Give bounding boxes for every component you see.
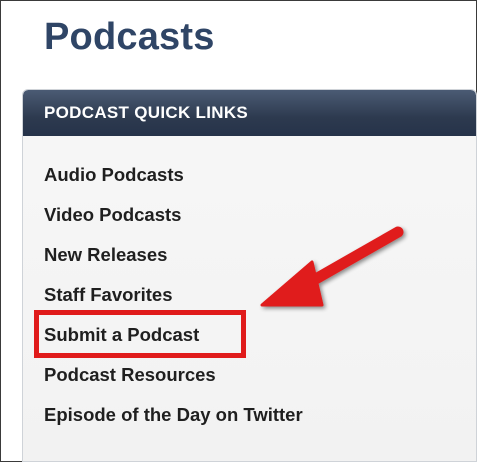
page-title: Podcasts <box>44 16 215 58</box>
link-episode-of-the-day-on-twitter[interactable]: Episode of the Day on Twitter <box>44 404 303 425</box>
quick-links-header-label: PODCAST QUICK LINKS <box>44 103 249 122</box>
link-submit-a-podcast[interactable]: Submit a Podcast <box>44 324 199 345</box>
link-new-releases[interactable]: New Releases <box>44 244 167 265</box>
list-item: Submit a Podcast <box>44 322 303 362</box>
link-audio-podcasts[interactable]: Audio Podcasts <box>44 164 184 185</box>
list-item: Audio Podcasts <box>44 162 303 202</box>
list-item: Episode of the Day on Twitter <box>44 402 303 442</box>
quick-links-header: PODCAST QUICK LINKS <box>23 90 476 136</box>
list-item: New Releases <box>44 242 303 282</box>
quick-links-panel: PODCAST QUICK LINKS Audio Podcasts Video… <box>22 89 477 462</box>
link-video-podcasts[interactable]: Video Podcasts <box>44 204 181 225</box>
list-item: Staff Favorites <box>44 282 303 322</box>
link-staff-favorites[interactable]: Staff Favorites <box>44 284 173 305</box>
list-item: Video Podcasts <box>44 202 303 242</box>
list-item: Podcast Resources <box>44 362 303 402</box>
quick-links-list: Audio Podcasts Video Podcasts New Releas… <box>44 162 303 442</box>
link-podcast-resources[interactable]: Podcast Resources <box>44 364 216 385</box>
